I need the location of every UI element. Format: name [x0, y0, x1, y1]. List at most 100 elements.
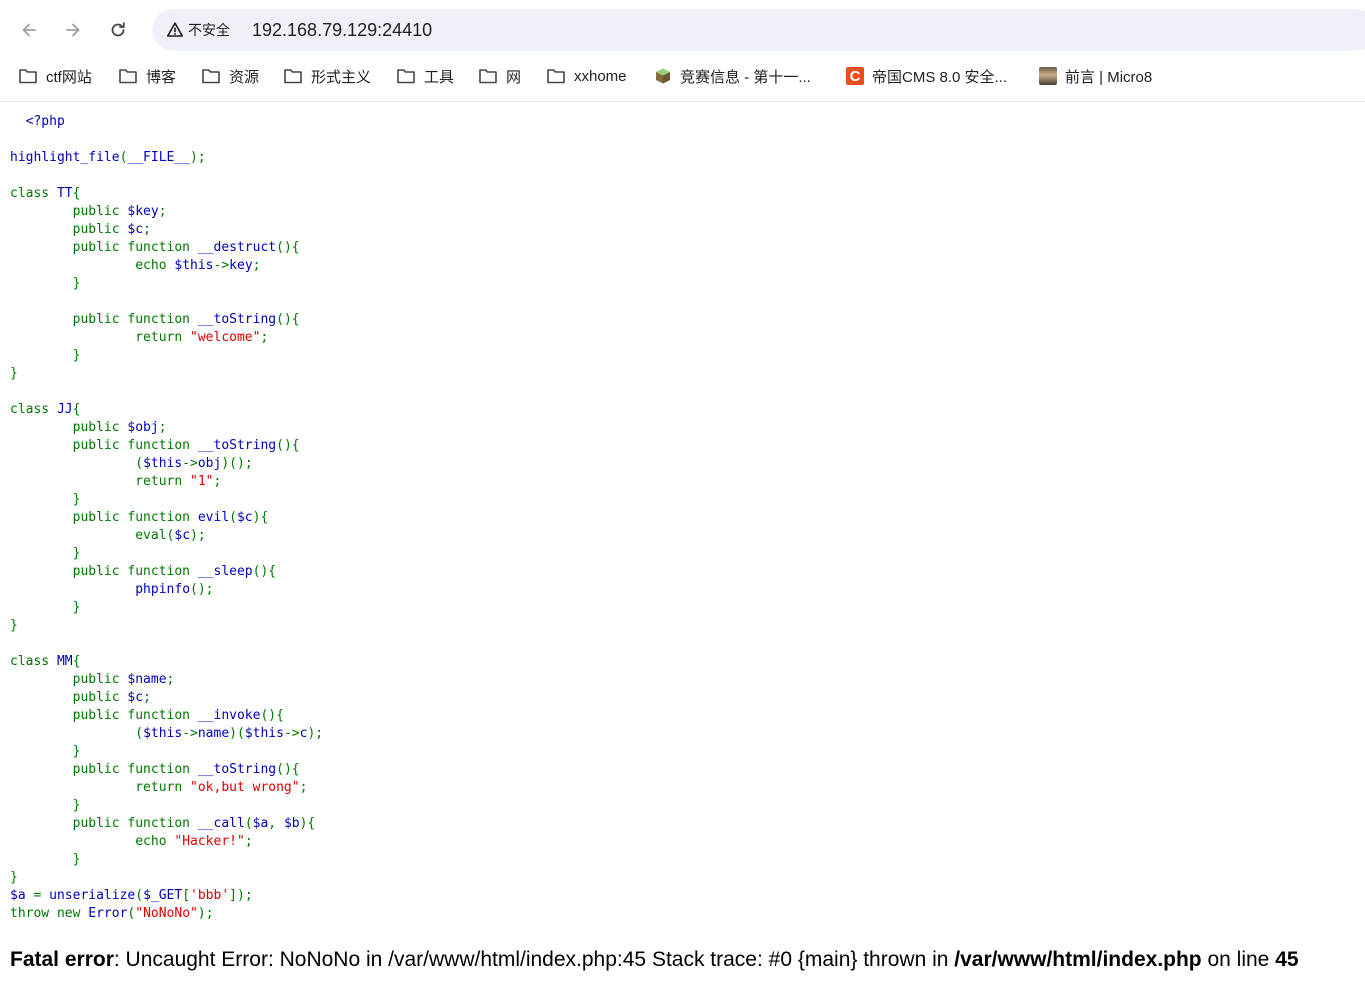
- bookmark-ctf[interactable]: ctf网站: [18, 63, 92, 89]
- code-token: (: [244, 816, 253, 831]
- bookmark-label: 前言 | Micro8: [1065, 68, 1153, 86]
- code-line: class TT{: [10, 186, 80, 201]
- code-line: echo "Hacker!";: [10, 834, 252, 849]
- folder-icon: [397, 69, 415, 84]
- code-line: }: [10, 492, 81, 507]
- code-line: }: [10, 852, 81, 867]
- bookmark-label: 网: [506, 68, 522, 86]
- code-line: <?php: [10, 114, 65, 129]
- code-token: (: [135, 888, 144, 903]
- bookmark-xxhome[interactable]: xxhome: [546, 63, 627, 89]
- code-token: $c: [174, 528, 191, 543]
- cube-favicon: [656, 68, 670, 84]
- code-token: }: [10, 798, 81, 813]
- code-token: );: [190, 150, 206, 165]
- code-token: }: [10, 852, 81, 867]
- bookmark-tools[interactable]: 工具: [396, 63, 454, 89]
- code-token: $a: [10, 888, 34, 903]
- security-chip[interactable]: 不安全: [160, 16, 236, 44]
- code-token: (){: [276, 762, 300, 777]
- back-button[interactable]: [13, 14, 45, 46]
- code-line: }: [10, 276, 81, 291]
- address-bar[interactable]: 不安全 192.168.79.129:24410: [152, 9, 1365, 51]
- reload-button[interactable]: [102, 14, 134, 46]
- code-token: (){: [276, 240, 300, 255]
- code-token: (){: [276, 312, 300, 327]
- code-line: }: [10, 546, 81, 561]
- code-line: }: [10, 348, 81, 363]
- code-token: public function: [10, 816, 198, 831]
- code-token: ->: [182, 726, 198, 741]
- c-favicon: C: [846, 67, 864, 85]
- code-token: class: [10, 186, 57, 201]
- code-line: public function __toString(){: [10, 438, 300, 453]
- code-line: }: [10, 870, 18, 885]
- code-token: ();: [190, 582, 214, 597]
- code-token: evil: [197, 510, 230, 525]
- code-token: __call: [197, 816, 245, 831]
- code-token: )(: [229, 726, 245, 741]
- code-token: __invoke: [197, 708, 261, 723]
- bookmark-competition[interactable]: 竞赛信息 - 第十一...: [654, 63, 811, 89]
- fatal-error-file: /var/www/html/index.php: [954, 948, 1202, 971]
- code-line: public $key;: [10, 204, 167, 219]
- bookmark-resources[interactable]: 资源: [201, 63, 259, 89]
- code-token: $this: [143, 456, 183, 471]
- code-line: return "1";: [10, 474, 221, 489]
- code-token: $name: [127, 672, 167, 687]
- code-token: $_GET: [143, 888, 183, 903]
- code-token: key: [229, 258, 253, 273]
- code-token: }: [10, 492, 81, 507]
- code-token: ;: [166, 672, 175, 687]
- code-token: (: [229, 510, 237, 525]
- php-source-code: <?php highlight_file(__FILE__); class TT…: [10, 113, 323, 923]
- code-token: phpinfo: [135, 582, 191, 597]
- code-token: echo: [10, 834, 175, 849]
- code-token: [: [182, 888, 191, 903]
- code-token: =: [33, 888, 50, 903]
- code-token: )();: [221, 456, 253, 471]
- code-token: obj: [197, 456, 222, 471]
- bookmarks-bar: ctf网站 博客 资源 形式主义 工具 网 xxhome 竞赛信息 - 第十一.…: [0, 60, 1365, 92]
- code-token: $this: [174, 258, 214, 273]
- code-token: );: [197, 906, 214, 921]
- code-line: eval($c);: [10, 528, 205, 543]
- code-token: eval(: [10, 528, 175, 543]
- code-token: public function: [10, 438, 198, 453]
- code-token: public: [10, 690, 128, 705]
- code-line: class JJ{: [10, 402, 80, 417]
- code-token: $obj: [127, 420, 159, 435]
- bookmark-label: 工具: [424, 68, 455, 86]
- code-token: unserialize: [49, 888, 136, 903]
- code-token: ;: [213, 474, 222, 489]
- bookmark-micro8[interactable]: 前言 | Micro8: [1039, 63, 1152, 89]
- bookmark-blog[interactable]: 博客: [118, 63, 176, 89]
- bookmark-web[interactable]: 网: [478, 63, 521, 89]
- forward-button[interactable]: [57, 14, 89, 46]
- url-text[interactable]: 192.168.79.129:24410: [252, 20, 432, 41]
- code-token: ;: [260, 330, 269, 345]
- code-token: $c: [127, 690, 144, 705]
- code-token: }: [10, 600, 81, 615]
- code-line: ($this->obj)();: [10, 456, 253, 471]
- code-token: <?php: [10, 114, 65, 129]
- bookmark-empirecms[interactable]: C 帝国CMS 8.0 安全...: [846, 63, 1007, 89]
- browser-chrome: 不安全 192.168.79.129:24410 ctf网站 博客 资源 形式主…: [0, 0, 1365, 102]
- code-token: ->: [182, 456, 198, 471]
- code-token: }: [10, 348, 81, 363]
- bookmark-formalism[interactable]: 形式主义: [283, 63, 371, 89]
- code-token: }: [10, 366, 18, 381]
- code-token: Error: [88, 906, 128, 921]
- code-line: highlight_file(__FILE__);: [10, 150, 206, 165]
- code-line: $a = unserialize($_GET['bbb']);: [10, 888, 253, 903]
- code-token: $this: [244, 726, 284, 741]
- code-token: public: [10, 672, 128, 687]
- bookmark-label: 资源: [229, 68, 260, 86]
- code-token: $key: [127, 204, 159, 219]
- code-line: }: [10, 600, 81, 615]
- code-line: public function __invoke(){: [10, 708, 284, 723]
- code-token: {: [72, 402, 81, 417]
- code-token: "NoNoNo": [135, 906, 198, 921]
- code-token: __FILE__: [127, 150, 191, 165]
- code-token: public function: [10, 240, 198, 255]
